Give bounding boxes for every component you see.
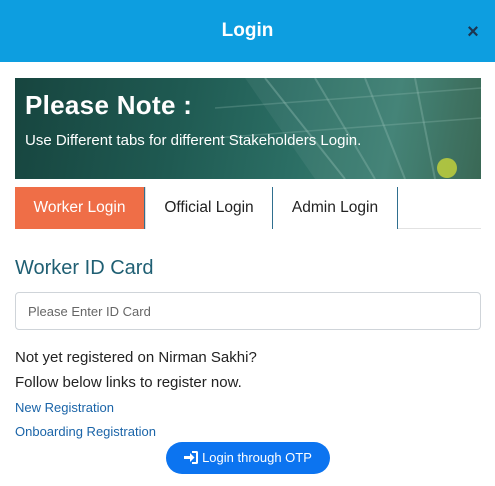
sign-in-icon — [184, 451, 199, 464]
close-button[interactable]: × — [463, 22, 483, 42]
id-card-input[interactable] — [15, 292, 481, 330]
login-tabs: Worker Login Official Login Admin Login — [15, 187, 481, 229]
notice-banner: Please Note : Use Different tabs for dif… — [15, 78, 481, 179]
login-modal: Login × Please Note : Use Different tabs… — [0, 0, 495, 486]
worker-id-card-label: Worker ID Card — [15, 257, 154, 279]
not-registered-text: Not yet registered on Nirman Sakhi? — [15, 349, 257, 366]
modal-header: Login × — [0, 0, 495, 62]
register-instructions-text: Follow below links to register now. — [15, 374, 242, 391]
modal-title: Login — [221, 20, 274, 41]
tab-admin-login[interactable]: Admin Login — [273, 187, 398, 229]
tab-official-login[interactable]: Official Login — [145, 187, 273, 229]
new-registration-link[interactable]: New Registration — [15, 400, 114, 415]
banner-title: Please Note : — [25, 90, 193, 120]
login-otp-button[interactable]: Login through OTP — [166, 442, 330, 474]
tab-worker-login[interactable]: Worker Login — [15, 187, 145, 229]
banner-subtitle: Use Different tabs for different Stakeho… — [25, 132, 362, 149]
login-otp-label: Login through OTP — [202, 450, 312, 465]
onboarding-registration-link[interactable]: Onboarding Registration — [15, 424, 156, 439]
